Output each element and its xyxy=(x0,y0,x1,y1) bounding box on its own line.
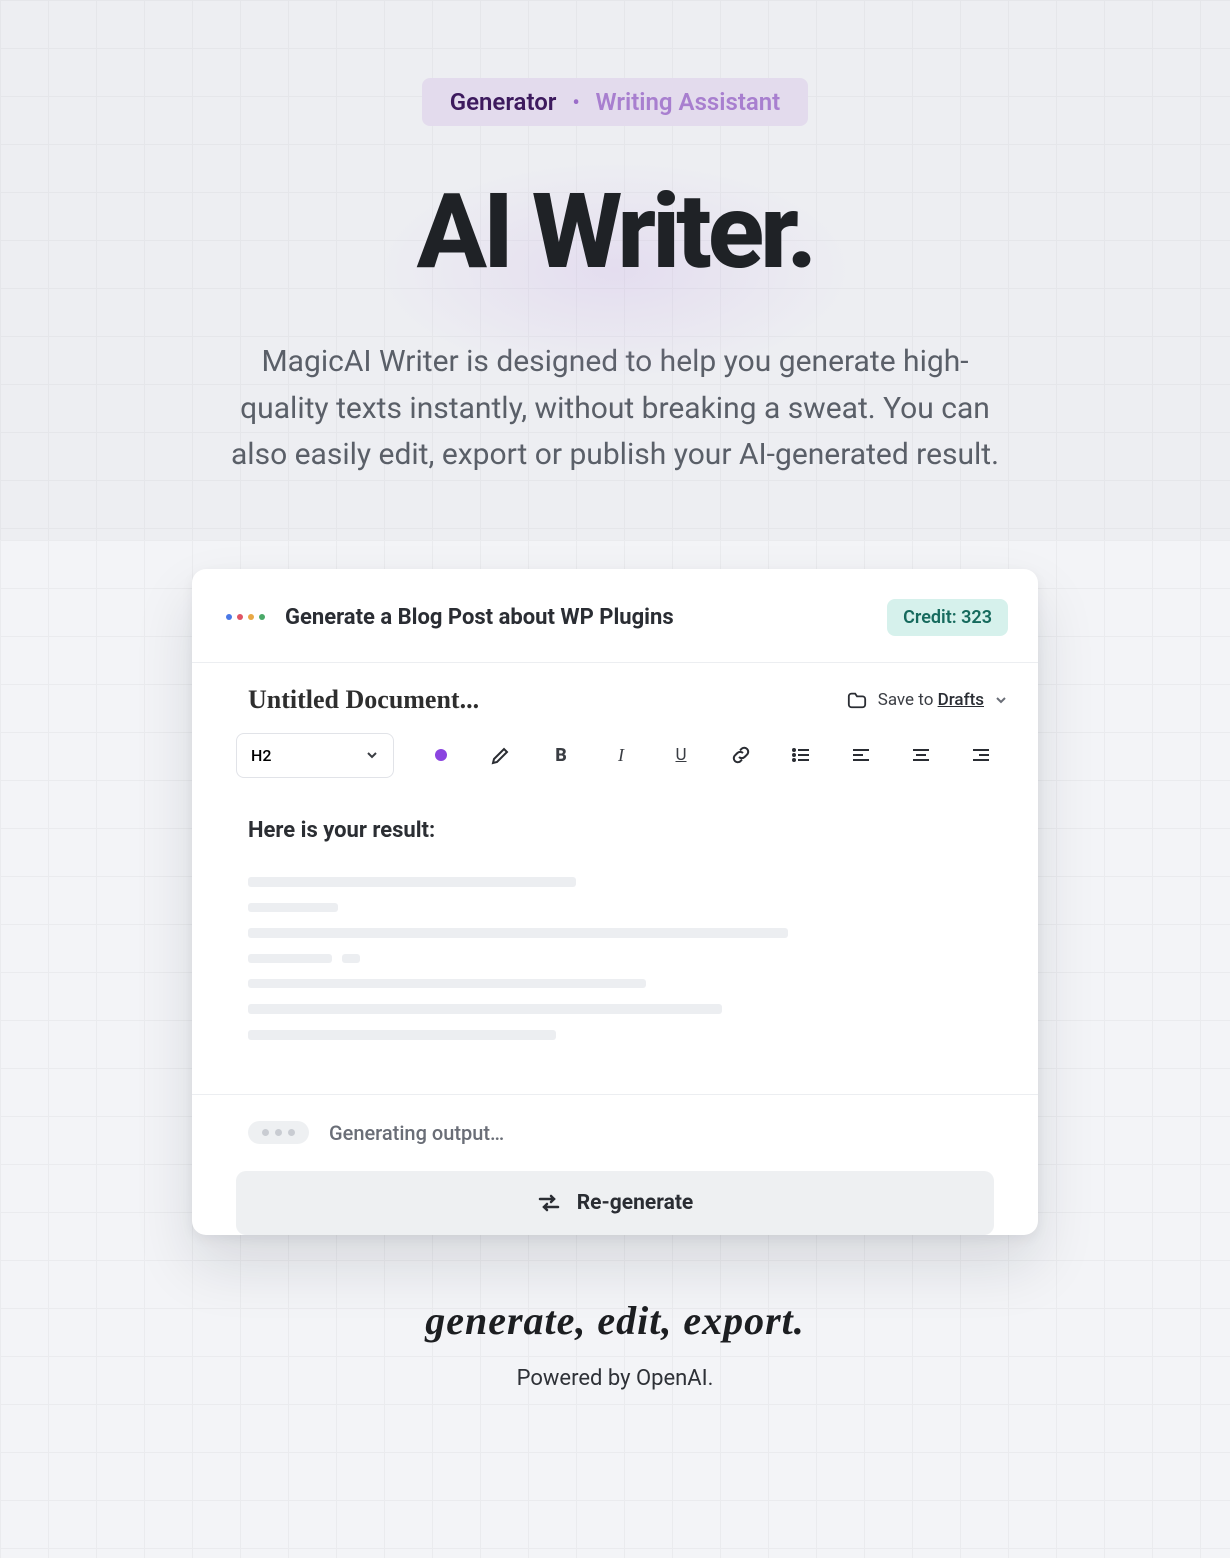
skeleton-line xyxy=(248,877,576,887)
hero-description: MagicAI Writer is designed to help you g… xyxy=(230,339,1000,479)
editor-toolbar: H2 B I U xyxy=(192,733,1038,778)
pill-active[interactable]: Generator xyxy=(450,88,557,116)
pill-separator: • xyxy=(572,90,579,114)
chevron-down-icon xyxy=(994,693,1008,707)
chevron-down-icon xyxy=(365,748,379,762)
skeleton-line xyxy=(248,928,788,938)
editor-card: Generate a Blog Post about WP Plugins Cr… xyxy=(192,569,1038,1235)
list-button[interactable] xyxy=(788,742,814,768)
powered-by: Powered by OpenAI. xyxy=(0,1366,1230,1391)
folder-icon xyxy=(846,690,868,710)
save-to-drafts[interactable]: Save to Drafts xyxy=(846,690,1008,710)
brand-dots-icon xyxy=(226,614,265,620)
swap-icon xyxy=(537,1193,561,1213)
tagline: generate, edit, export. xyxy=(0,1297,1230,1344)
highlight-button[interactable] xyxy=(488,742,514,768)
align-right-button[interactable] xyxy=(968,742,994,768)
prompt-title: Generate a Blog Post about WP Plugins xyxy=(285,605,867,630)
skeleton-line xyxy=(248,1030,556,1040)
result-heading: Here is your result: xyxy=(248,818,982,843)
skeleton-line xyxy=(248,1004,722,1014)
align-left-icon xyxy=(851,745,871,765)
link-button[interactable] xyxy=(728,742,754,768)
regenerate-button[interactable]: Re-generate xyxy=(236,1171,994,1235)
align-center-icon xyxy=(911,745,931,765)
align-left-button[interactable] xyxy=(848,742,874,768)
skeleton-line xyxy=(248,954,982,963)
pill-inactive[interactable]: Writing Assistant xyxy=(596,88,781,116)
document-row: Untitled Document... Save to Drafts xyxy=(192,663,1038,733)
save-prefix: Save to xyxy=(878,690,938,710)
skeleton-line xyxy=(248,979,646,988)
italic-icon: I xyxy=(618,745,624,766)
generating-text: Generating output… xyxy=(329,1121,504,1145)
credit-badge: Credit: 323 xyxy=(887,599,1008,636)
skeleton-line xyxy=(248,903,338,912)
text-color-button[interactable] xyxy=(428,742,454,768)
document-title[interactable]: Untitled Document... xyxy=(248,685,479,715)
underline-button[interactable]: U xyxy=(668,742,694,768)
hero-title: AI Writer. xyxy=(417,172,814,293)
color-dot-icon xyxy=(435,749,447,761)
result-area: Here is your result: xyxy=(192,778,1038,1068)
regenerate-label: Re-generate xyxy=(577,1191,694,1215)
align-center-button[interactable] xyxy=(908,742,934,768)
list-icon xyxy=(791,745,811,765)
heading-select[interactable]: H2 xyxy=(236,733,394,778)
underline-icon: U xyxy=(675,745,686,765)
align-right-icon xyxy=(971,745,991,765)
link-icon xyxy=(731,745,751,765)
category-pill: Generator • Writing Assistant xyxy=(422,78,809,126)
bold-icon: B xyxy=(555,745,567,766)
drafts-link[interactable]: Drafts xyxy=(938,690,984,710)
italic-button[interactable]: I xyxy=(608,742,634,768)
highlight-icon xyxy=(491,745,511,765)
heading-select-value: H2 xyxy=(251,746,271,765)
bold-button[interactable]: B xyxy=(548,742,574,768)
generating-row: Generating output… xyxy=(192,1095,1038,1145)
loading-dots-icon xyxy=(248,1121,309,1144)
card-header: Generate a Blog Post about WP Plugins Cr… xyxy=(192,569,1038,663)
